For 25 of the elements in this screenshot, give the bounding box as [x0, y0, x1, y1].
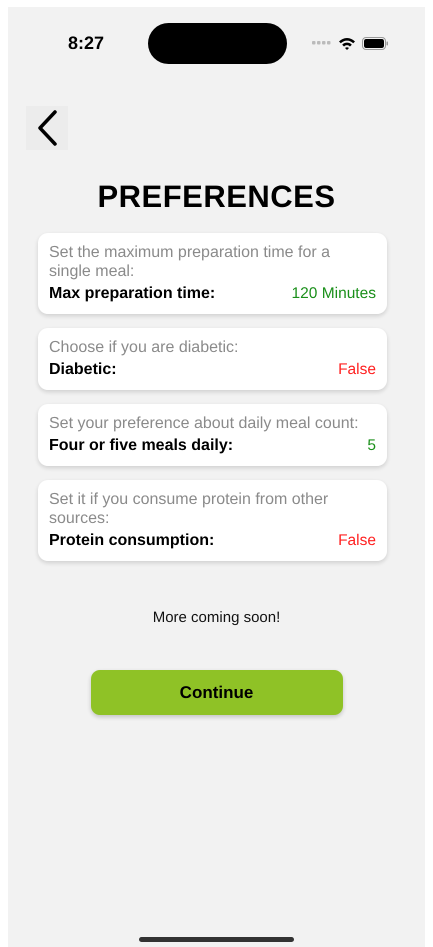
status-time: 8:27	[68, 32, 104, 54]
preference-card[interactable]: Set it if you consume protein from other sources: Protein consumption: False	[38, 480, 387, 561]
preference-value: 5	[367, 437, 376, 455]
back-icon	[35, 109, 59, 147]
continue-button[interactable]: Continue	[90, 670, 342, 715]
info-text: More coming soon!	[152, 609, 280, 626]
preference-value: False	[338, 532, 376, 550]
preference-card[interactable]: Choose if you are diabetic: Diabetic: False	[38, 328, 387, 390]
wifi-icon	[338, 36, 356, 50]
preference-description: Choose if you are diabetic:	[49, 338, 240, 357]
preference-description: Set your preference about daily meal count:	[49, 414, 360, 433]
battery-icon	[362, 36, 389, 50]
preference-label: Diabetic:	[49, 361, 117, 379]
back-button[interactable]	[26, 106, 68, 150]
preference-value: 120 Minutes	[292, 285, 376, 303]
preference-description: Set it if you consume protein from other sources:	[49, 490, 330, 528]
preference-label: Four or five meals daily:	[49, 437, 234, 455]
page-title: PREFERENCES	[97, 179, 336, 215]
preference-card[interactable]: Set your preference about daily meal count: Four or five meals daily: 5	[38, 404, 387, 466]
preference-label: Max preparation time:	[49, 285, 216, 303]
preference-value: False	[338, 361, 376, 379]
preference-card[interactable]: Set the maximum preparation time for a single meal: Max preparation time: 120 Minutes	[38, 233, 387, 314]
preference-label: Protein consumption:	[49, 532, 214, 550]
preference-description: Set the maximum preparation time for a single meal:	[49, 243, 332, 281]
signal-icon	[312, 41, 332, 45]
